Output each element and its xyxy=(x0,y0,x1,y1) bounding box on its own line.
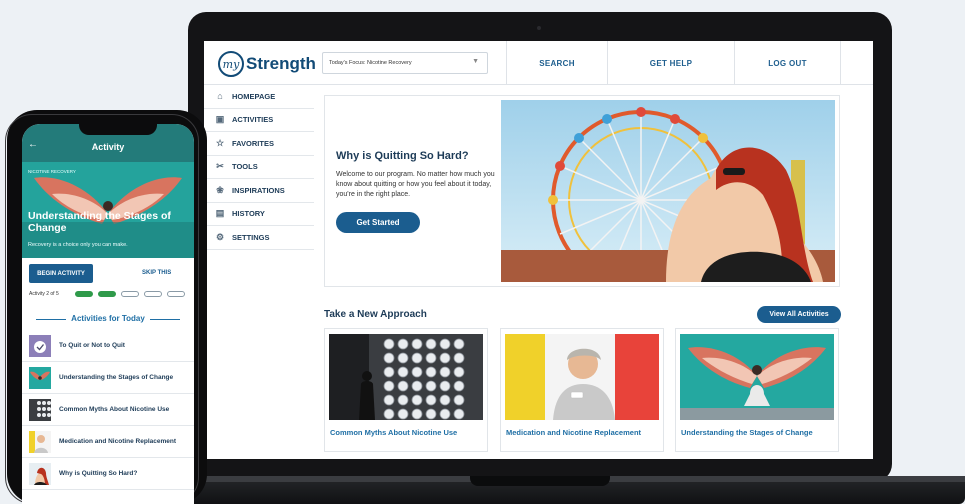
nav-log-out[interactable]: LOG OUT xyxy=(734,41,840,85)
home-icon: ⌂ xyxy=(217,91,223,102)
activity-card[interactable]: Understanding the Stages of Change xyxy=(675,328,839,452)
sidebar-item-history[interactable]: ▤ HISTORY xyxy=(204,203,314,226)
activities-icon: ▣ xyxy=(215,114,225,125)
list-item[interactable]: To Quit or Not to Quit xyxy=(22,330,194,362)
star-icon: ☆ xyxy=(215,137,225,148)
sidebar: ⌂ HOMEPAGE ▣ ACTIVITIES ☆ FAVORITES ✂ TO… xyxy=(204,85,314,250)
phone-hero-subtitle: Recovery is a choice only you can make. xyxy=(28,242,128,248)
list-item[interactable]: Medication and Nicotine Replacement xyxy=(22,426,194,458)
sidebar-item-activities[interactable]: ▣ ACTIVITIES xyxy=(204,109,314,132)
nav-get-help[interactable]: GET HELP xyxy=(607,41,734,85)
section-title: Take a New Approach xyxy=(324,309,427,320)
view-all-activities-button[interactable]: View All Activities xyxy=(757,306,841,323)
sidebar-item-settings[interactable]: ⚙ SETTINGS xyxy=(204,226,314,250)
sidebar-item-inspirations[interactable]: ❀ INSPIRATIONS xyxy=(204,179,314,203)
sidebar-item-label: HOMEPAGE xyxy=(232,91,276,101)
laptop-camera xyxy=(537,26,541,30)
progress-pill xyxy=(75,291,93,297)
phone-hero-tag: NICOTINE RECOVERY xyxy=(28,169,76,174)
top-header: my Strength Today's Focus: Nicotine Reco… xyxy=(204,41,873,85)
activity-card[interactable]: Medication and Nicotine Replacement xyxy=(500,328,664,452)
card-image-medication xyxy=(505,334,659,420)
list-item-thumb xyxy=(29,463,51,485)
get-started-button[interactable]: Get Started xyxy=(336,212,420,233)
nav-spacer xyxy=(840,41,873,85)
focus-select[interactable]: Today's Focus: Nicotine Recovery ▼ xyxy=(322,52,488,74)
card-title: Understanding the Stages of Change xyxy=(681,428,813,437)
focus-select-value: Today's Focus: Nicotine Recovery xyxy=(329,60,412,66)
begin-activity-button[interactable]: BEGIN ACTIVITY xyxy=(29,264,93,283)
logo-strength: Strength xyxy=(246,54,316,73)
mystrength-logo[interactable]: my Strength xyxy=(218,51,316,77)
logo-my: my xyxy=(218,51,244,77)
progress-label: Activity 2 of 5 xyxy=(29,291,59,297)
laptop-notch xyxy=(470,476,610,486)
chevron-down-icon: ▼ xyxy=(472,58,479,65)
card-title: Common Myths About Nicotine Use xyxy=(330,428,458,437)
gear-icon: ⚙ xyxy=(215,231,225,242)
sidebar-item-tools[interactable]: ✂ TOOLS xyxy=(204,156,314,179)
nav-search[interactable]: SEARCH xyxy=(506,41,607,85)
hero-image xyxy=(501,100,835,282)
hero-body: Welcome to our program. No matter how mu… xyxy=(336,171,495,198)
hero-title: Why is Quitting So Hard? xyxy=(336,150,469,162)
card-image-stages xyxy=(680,334,834,420)
section-rule-right xyxy=(150,319,180,320)
skip-this-button[interactable]: SKIP THIS xyxy=(142,270,171,276)
phone-hero-title: Understanding the Stages of Change xyxy=(28,210,171,234)
sidebar-item-label: TOOLS xyxy=(232,162,258,172)
list-item-thumb xyxy=(29,431,51,453)
phone-header-title: Activity xyxy=(91,142,125,152)
list-item[interactable]: Common Myths About Nicotine Use xyxy=(22,394,194,426)
list-item-title: Why is Quitting So Hard? xyxy=(59,470,138,477)
sidebar-item-label: HISTORY xyxy=(232,209,265,219)
list-item[interactable]: Understanding the Stages of Change xyxy=(22,362,194,394)
list-item-title: Medication and Nicotine Replacement xyxy=(59,438,177,445)
list-item-thumb xyxy=(29,335,51,357)
sidebar-item-label: SETTINGS xyxy=(232,232,270,242)
activity-card[interactable]: Common Myths About Nicotine Use xyxy=(324,328,488,452)
progress-pill xyxy=(144,291,162,297)
phone-screen: ← Activity NICOTINE RECOVERY Understandi… xyxy=(22,124,194,504)
hero-card: Why is Quitting So Hard? Welcome to our … xyxy=(324,95,840,287)
tools-icon: ✂ xyxy=(216,161,224,172)
sidebar-item-homepage[interactable]: ⌂ HOMEPAGE xyxy=(204,85,314,109)
card-title: Medication and Nicotine Replacement xyxy=(506,428,642,437)
inspiration-icon: ❀ xyxy=(216,184,224,195)
list-item-thumb xyxy=(29,367,51,389)
card-image-myths xyxy=(329,334,483,420)
list-item[interactable]: Why is Quitting So Hard? xyxy=(22,458,194,490)
sidebar-item-label: INSPIRATIONS xyxy=(232,185,285,195)
list-item-title: Understanding the Stages of Change xyxy=(59,374,174,381)
phone-hero: NICOTINE RECOVERY Understanding the Stag… xyxy=(22,162,194,258)
laptop-screen: my Strength Today's Focus: Nicotine Reco… xyxy=(204,41,873,459)
sidebar-item-label: FAVORITES xyxy=(232,138,274,148)
list-item-title: Common Myths About Nicotine Use xyxy=(59,406,170,413)
sidebar-item-label: ACTIVITIES xyxy=(232,115,274,125)
sidebar-item-favorites[interactable]: ☆ FAVORITES xyxy=(204,132,314,156)
progress-pill xyxy=(98,291,116,297)
history-icon: ▤ xyxy=(215,208,225,219)
list-item-title: To Quit or Not to Quit xyxy=(59,342,125,349)
phone-notch xyxy=(79,119,157,135)
progress-pill xyxy=(121,291,139,297)
progress-pill xyxy=(167,291,185,297)
list-item-thumb xyxy=(29,399,51,421)
